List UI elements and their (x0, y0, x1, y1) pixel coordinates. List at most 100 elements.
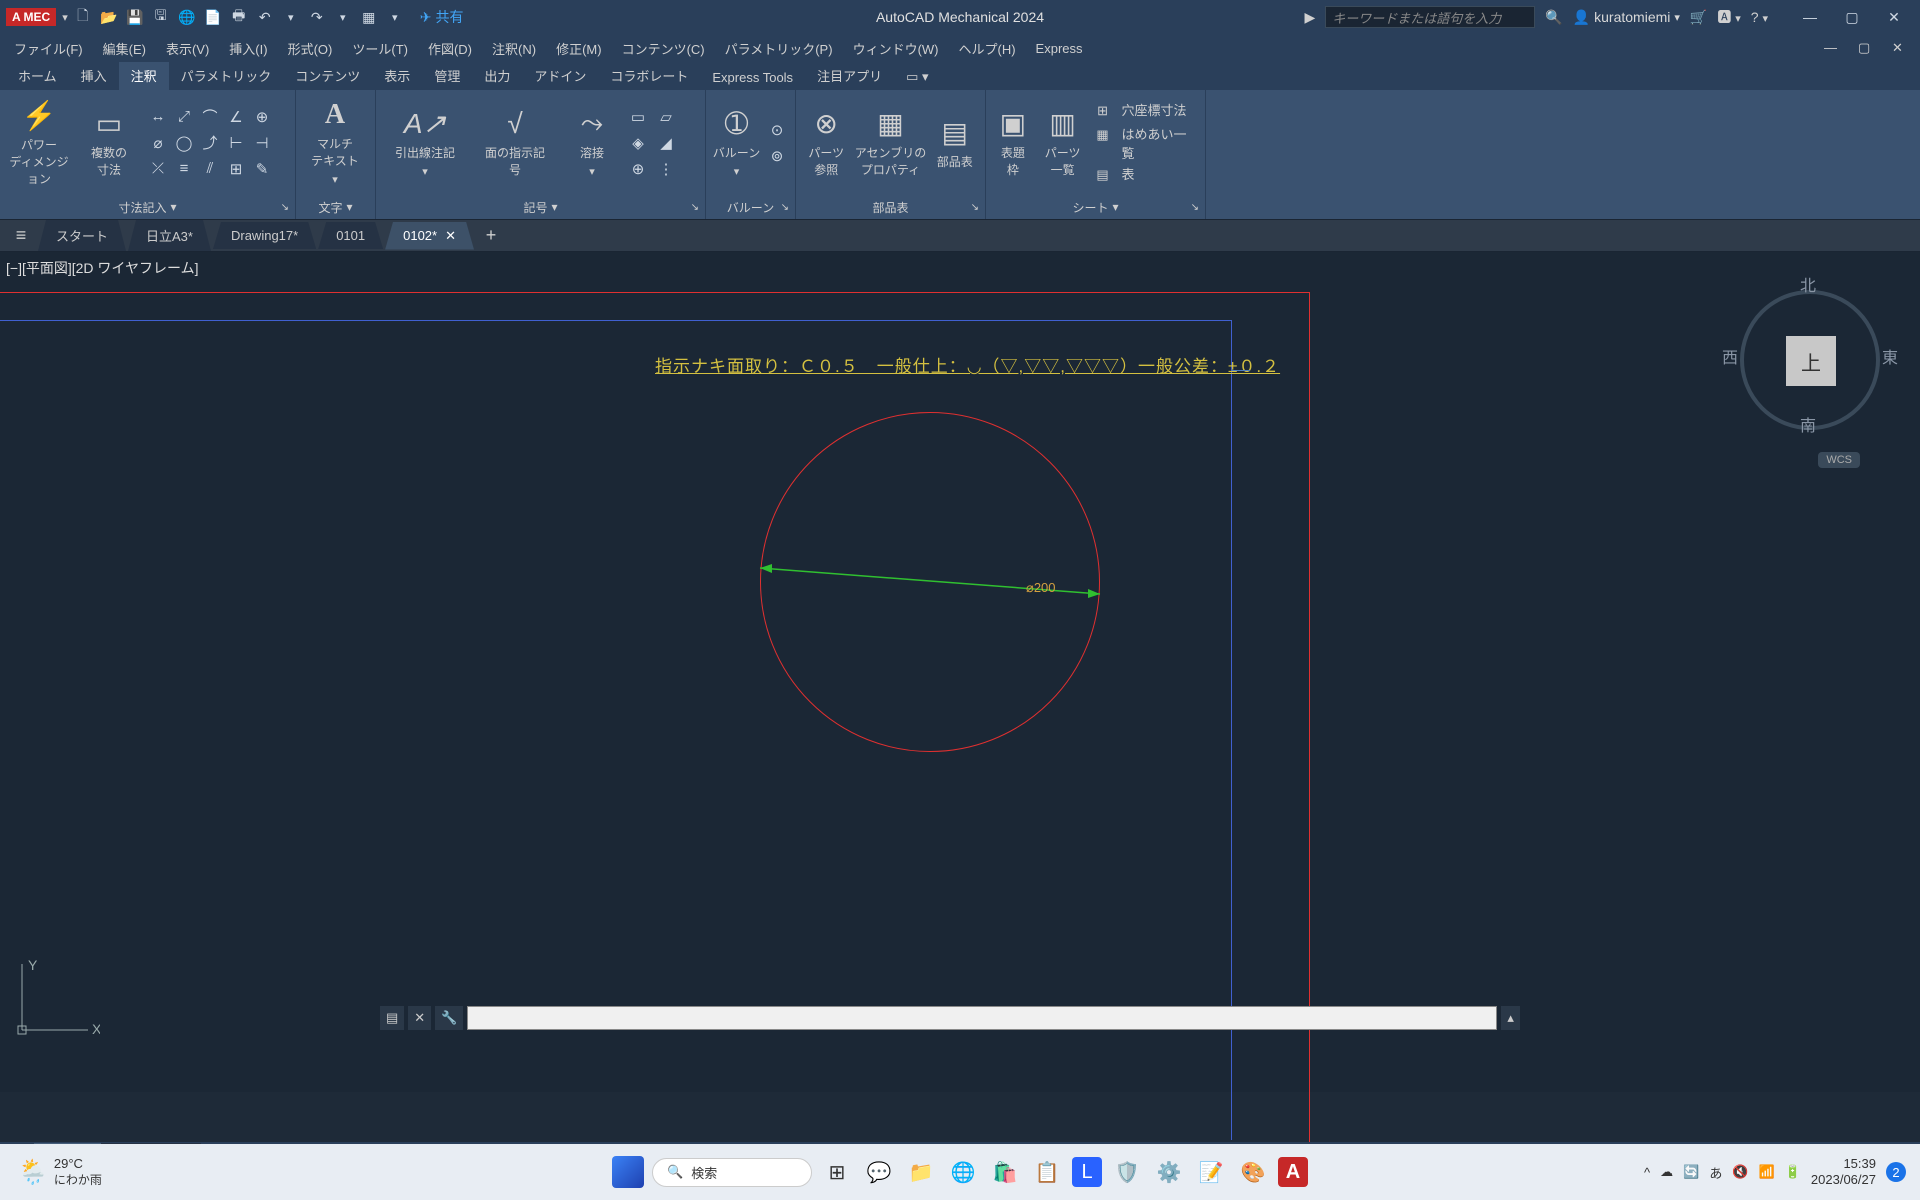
menu-format[interactable]: 形式(O) (278, 35, 343, 62)
user-menu[interactable]: 👤 kuratomiemi ▾ (1573, 9, 1680, 26)
part-reference-button[interactable]: ⊗パーツ 参照 (802, 107, 851, 178)
edge-icon[interactable]: ◢ (654, 131, 678, 155)
viewcube-top[interactable]: 上 (1786, 336, 1836, 386)
bom-button[interactable]: ▤部品表 (930, 116, 979, 170)
new-tab-button[interactable]: + (476, 225, 506, 246)
taskbar-app-explorer[interactable]: 📁 (904, 1155, 938, 1189)
panel-label-sheet[interactable]: シート ▾ ↘ (986, 195, 1205, 219)
table-label[interactable]: 表 (1122, 164, 1199, 186)
menu-window[interactable]: ウィンドウ(W) (843, 35, 949, 62)
tab-addins[interactable]: アドイン (522, 61, 598, 90)
taskbar-app-paint[interactable]: 🎨 (1236, 1155, 1270, 1189)
dim-ordinate-icon[interactable]: ⊕ (250, 105, 274, 129)
viewcube-north[interactable]: 北 (1800, 272, 1816, 296)
save-icon[interactable]: 💾 (124, 6, 146, 28)
start-button[interactable] (612, 1156, 644, 1188)
undo-icon[interactable]: ↶ (254, 6, 276, 28)
menu-modify[interactable]: 修正(M) (546, 35, 612, 62)
menu-view[interactable]: 表示(V) (156, 35, 219, 62)
command-input[interactable] (467, 1006, 1497, 1030)
surface-texture-button[interactable]: √面の指示記 号 (472, 108, 558, 178)
taskbar-app-mcafee[interactable]: 🛡️ (1110, 1155, 1144, 1189)
weld-button[interactable]: ⤳溶接▾ (562, 107, 622, 178)
autodesk-app-icon[interactable]: 🅰 ▾ (1717, 7, 1740, 27)
tab-annotate[interactable]: 注釈 (119, 61, 169, 90)
save-web-icon[interactable]: 📄 (202, 6, 224, 28)
taskbar-app-settings[interactable]: ⚙️ (1152, 1155, 1186, 1189)
tray-onedrive-icon[interactable]: ☁ (1660, 1164, 1673, 1180)
tab-content[interactable]: コンテンツ (283, 61, 372, 90)
saveas-icon[interactable]: 🖫 (150, 6, 172, 28)
dim-baseline-icon[interactable]: ⊢ (224, 131, 248, 155)
maximize-button[interactable]: ▢ (1832, 3, 1872, 31)
datum-id-icon[interactable]: ◈ (626, 131, 650, 155)
doc-close-button[interactable]: ✕ (1882, 36, 1914, 60)
tab-home[interactable]: ホーム (6, 61, 69, 90)
panel-label-dimension[interactable]: 寸法記入 ▾ ↘ (0, 195, 295, 219)
tab-collaborate[interactable]: コラボレート (598, 61, 700, 90)
menu-file[interactable]: ファイル(F) (4, 35, 93, 62)
dim-linear-icon[interactable]: ↔ (146, 105, 170, 129)
tab-insert[interactable]: 挿入 (69, 61, 119, 90)
dim-continue-icon[interactable]: ⊣ (250, 131, 274, 155)
doc-restore-button[interactable]: ▢ (1848, 36, 1880, 60)
tray-battery-icon[interactable]: 🔋 (1785, 1164, 1801, 1180)
play-icon[interactable]: ▶ (1304, 9, 1315, 26)
taskbar-clock[interactable]: 15:392023/06/27 (1811, 1156, 1876, 1187)
other-symbol-icon[interactable]: ⋮ (654, 157, 678, 181)
menu-help[interactable]: ヘルプ(H) (949, 35, 1026, 62)
dim-angular-icon[interactable]: ∠ (224, 105, 248, 129)
viewcube-south[interactable]: 南 (1800, 412, 1816, 436)
assembly-properties-button[interactable]: ▦アセンブリの プロパティ (855, 107, 927, 178)
help-icon[interactable]: ? ▾ (1751, 9, 1768, 25)
menu-content[interactable]: コンテンツ(C) (612, 35, 715, 62)
parts-list-button[interactable]: ▥パーツ 一覧 (1038, 107, 1088, 178)
plot-icon[interactable]: 🖶 (228, 6, 250, 28)
menu-express[interactable]: Express (1026, 37, 1093, 60)
viewport-label[interactable]: [−][平面図][2D ワイヤフレーム] (6, 258, 198, 278)
menu-parametric[interactable]: パラメトリック(P) (715, 35, 843, 62)
search-input[interactable]: キーワードまたは語句を入力 (1325, 6, 1535, 28)
open-web-icon[interactable]: 🌐 (176, 6, 198, 28)
dim-center-icon[interactable]: ⊞ (224, 157, 248, 181)
taper-icon[interactable]: ▱ (654, 105, 678, 129)
multitext-button[interactable]: Aマルチ テキスト▾ (302, 99, 368, 186)
share-button[interactable]: ✈ 共有 (420, 7, 464, 27)
dim-space-icon[interactable]: ≡ (172, 157, 196, 181)
viewcube-west[interactable]: 西 (1722, 344, 1738, 368)
tab-parametric[interactable]: パラメトリック (169, 61, 284, 90)
feature-control-icon[interactable]: ▭ (626, 105, 650, 129)
workspace-icon[interactable]: ▦ (358, 6, 380, 28)
cmd-close-icon[interactable]: ✕ (408, 1006, 431, 1030)
open-icon[interactable]: 📂 (98, 6, 120, 28)
doctab-hitachi[interactable]: 日立A3* (128, 220, 211, 251)
close-button[interactable]: ✕ (1874, 3, 1914, 31)
balloon-small2-icon[interactable]: ⊚ (765, 144, 789, 168)
tab-output[interactable]: 出力 (472, 61, 522, 90)
taskbar-app-store[interactable]: 🛍️ (988, 1155, 1022, 1189)
balloon-button[interactable]: ➀バルーン▾ (712, 107, 761, 178)
datum-target-icon[interactable]: ⊕ (626, 157, 650, 181)
tray-wifi-icon[interactable]: 📶 (1759, 1164, 1775, 1180)
hole-chart-icon[interactable]: ⊞ (1092, 100, 1114, 122)
panel-label-symbol[interactable]: 記号 ▾ ↘ (376, 195, 705, 219)
menu-insert[interactable]: 挿入(I) (219, 35, 277, 62)
tab-featured-apps[interactable]: 注目アプリ (805, 61, 894, 90)
panel-label-bom[interactable]: 部品表 ↘ (796, 195, 985, 219)
menu-tools[interactable]: ツール(T) (342, 35, 418, 62)
tray-ime-a-icon[interactable]: あ (1709, 1163, 1722, 1182)
panel-label-text[interactable]: 文字 ▾ (296, 195, 375, 219)
taskbar-app-autocad[interactable]: A (1278, 1157, 1308, 1187)
power-dimension-button[interactable]: ⚡パワー ディメンジョン (6, 99, 72, 187)
taskbar-app-edge[interactable]: 🌐 (946, 1155, 980, 1189)
task-view-icon[interactable]: ⊞ (820, 1155, 854, 1189)
leader-note-button[interactable]: A↗引出線注記▾ (382, 107, 468, 178)
dim-aligned-icon[interactable]: ⤢ (172, 105, 196, 129)
ribbon-appearance-icon[interactable]: ▭ ▾ (894, 64, 940, 90)
table-icon[interactable]: ▤ (1092, 164, 1114, 186)
taskbar-search[interactable]: 🔍 検索 (652, 1158, 812, 1187)
tray-network-icon[interactable]: 🔇 (1732, 1164, 1748, 1180)
tab-view[interactable]: 表示 (372, 61, 422, 90)
doc-minimize-button[interactable]: — (1814, 36, 1846, 60)
wcs-badge[interactable]: WCS (1818, 452, 1860, 468)
